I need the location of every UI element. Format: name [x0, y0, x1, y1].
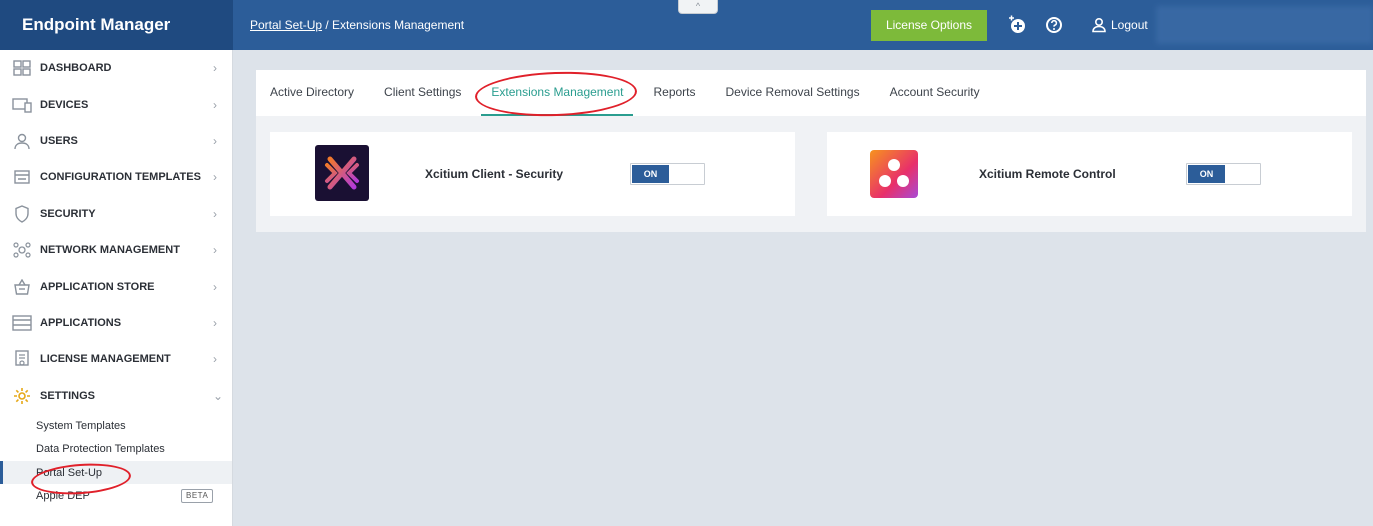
chevron-right-icon: › [213, 97, 217, 112]
applications-icon [12, 314, 32, 332]
extension-name: Xcitium Client - Security [425, 167, 564, 181]
toggle-on-label: ON [632, 165, 669, 183]
user-icon [1092, 17, 1106, 33]
remote-control-toggle[interactable]: ON [1186, 163, 1261, 185]
gear-icon [12, 387, 32, 405]
sidebar-subitem-apple-dep[interactable]: Apple DEP BETA [0, 484, 232, 508]
sidebar-item-label: DASHBOARD [40, 62, 112, 75]
sidebar-item-network-management[interactable]: NETWORK MANAGEMENT › [0, 232, 232, 268]
chevron-right-icon: › [213, 352, 217, 367]
sidebar-item-label: CONFIGURATION TEMPLATES [40, 171, 201, 184]
xcitium-remote-control-logo-icon [870, 150, 918, 198]
devices-icon [12, 96, 32, 114]
sidebar-subitem-label: Portal Set-Up [36, 466, 103, 479]
sidebar-item-configuration-templates[interactable]: CONFIGURATION TEMPLATES › [0, 159, 232, 195]
sidebar-item-users[interactable]: USERS › [0, 123, 232, 159]
chevron-right-icon: › [213, 133, 217, 148]
sidebar-item-label: USERS [40, 134, 78, 147]
toggle-on-label: ON [1188, 165, 1225, 183]
user-account-redacted [1156, 6, 1373, 44]
sidebar-subitem-label: Data Protection Templates [36, 443, 165, 456]
sidebar-item-label: APPLICATION STORE [40, 280, 155, 293]
extension-card-remote-control: Xcitium Remote Control ON [827, 132, 1352, 216]
sidebar-subitem-system-templates[interactable]: System Templates [0, 414, 232, 438]
sidebar-item-devices[interactable]: DEVICES › [0, 86, 232, 122]
logout-button[interactable]: Logout [1091, 0, 1148, 50]
sidebar-item-label: SETTINGS [40, 389, 96, 402]
sidebar-subitem-portal-setup[interactable]: Portal Set-Up [0, 460, 232, 485]
sidebar-item-label: DEVICES [40, 98, 89, 111]
help-icon[interactable] [1043, 14, 1065, 36]
sidebar-item-license-management[interactable]: LICENSE MANAGEMENT › [0, 341, 232, 377]
extension-name: Xcitium Remote Control [979, 167, 1116, 181]
sidebar-item-label: LICENSE MANAGEMENT [40, 353, 171, 366]
chevron-down-icon: ⌄ [213, 388, 224, 403]
main-panel: Active Directory Client Settings Extensi… [256, 70, 1366, 232]
brand-title[interactable]: Endpoint Manager [0, 0, 233, 50]
sidebar-subitem-data-protection-templates[interactable]: Data Protection Templates [0, 437, 232, 461]
sidebar-subitem-label: Apple DEP [36, 490, 90, 503]
sidebar-item-applications[interactable]: APPLICATIONS › [0, 305, 232, 341]
portal-setup-tabs: Active Directory Client Settings Extensi… [256, 70, 1366, 116]
breadcrumb-current: Extensions Management [332, 18, 465, 32]
templates-icon [12, 168, 32, 186]
tab-device-removal-settings[interactable]: Device Removal Settings [711, 70, 875, 116]
beta-badge: BETA [181, 489, 214, 504]
top-bar: Endpoint Manager Portal Set-Up / Extensi… [0, 0, 1373, 50]
extension-card-client-security: Xcitium Client - Security ON [270, 132, 795, 216]
shield-icon [12, 204, 32, 223]
client-security-toggle[interactable]: ON [630, 163, 705, 185]
license-icon [12, 350, 32, 368]
tab-active-directory[interactable]: Active Directory [256, 70, 369, 116]
sidebar-item-dashboard[interactable]: DASHBOARD › [0, 50, 232, 86]
logout-label: Logout [1111, 18, 1148, 32]
breadcrumb-link-portal-setup[interactable]: Portal Set-Up [250, 18, 322, 32]
network-icon [12, 241, 32, 259]
sidebar-subitem-label: System Templates [36, 419, 126, 432]
sidebar: DASHBOARD › DEVICES › USERS › CONFIGURAT… [0, 50, 233, 526]
collapse-header-button[interactable]: ^ [678, 0, 718, 14]
sidebar-item-label: NETWORK MANAGEMENT [40, 244, 180, 257]
chevron-right-icon: › [213, 61, 217, 76]
xcitium-client-logo-icon [315, 145, 369, 201]
sidebar-item-security[interactable]: SECURITY › [0, 196, 232, 232]
add-circle-icon[interactable] [1006, 14, 1028, 36]
sidebar-item-label: APPLICATIONS [40, 316, 122, 329]
sidebar-item-application-store[interactable]: APPLICATION STORE › [0, 268, 232, 304]
tab-extensions-management[interactable]: Extensions Management [476, 70, 638, 116]
sidebar-item-settings[interactable]: SETTINGS ⌄ [0, 378, 232, 414]
chevron-right-icon: › [213, 206, 217, 221]
breadcrumb-separator: / [322, 18, 333, 32]
tab-account-security[interactable]: Account Security [875, 70, 995, 116]
sidebar-item-label: SECURITY [40, 207, 96, 220]
tab-client-settings[interactable]: Client Settings [369, 70, 476, 116]
breadcrumb: Portal Set-Up / Extensions Management [250, 0, 464, 50]
chevron-right-icon: › [213, 279, 217, 294]
chevron-right-icon: › [213, 170, 217, 185]
tab-reports[interactable]: Reports [638, 70, 710, 116]
license-options-button[interactable]: License Options [871, 10, 987, 41]
users-icon [12, 132, 32, 150]
chevron-right-icon: › [213, 243, 217, 258]
store-icon [12, 278, 32, 296]
dashboard-icon [12, 59, 32, 77]
chevron-right-icon: › [213, 315, 217, 330]
